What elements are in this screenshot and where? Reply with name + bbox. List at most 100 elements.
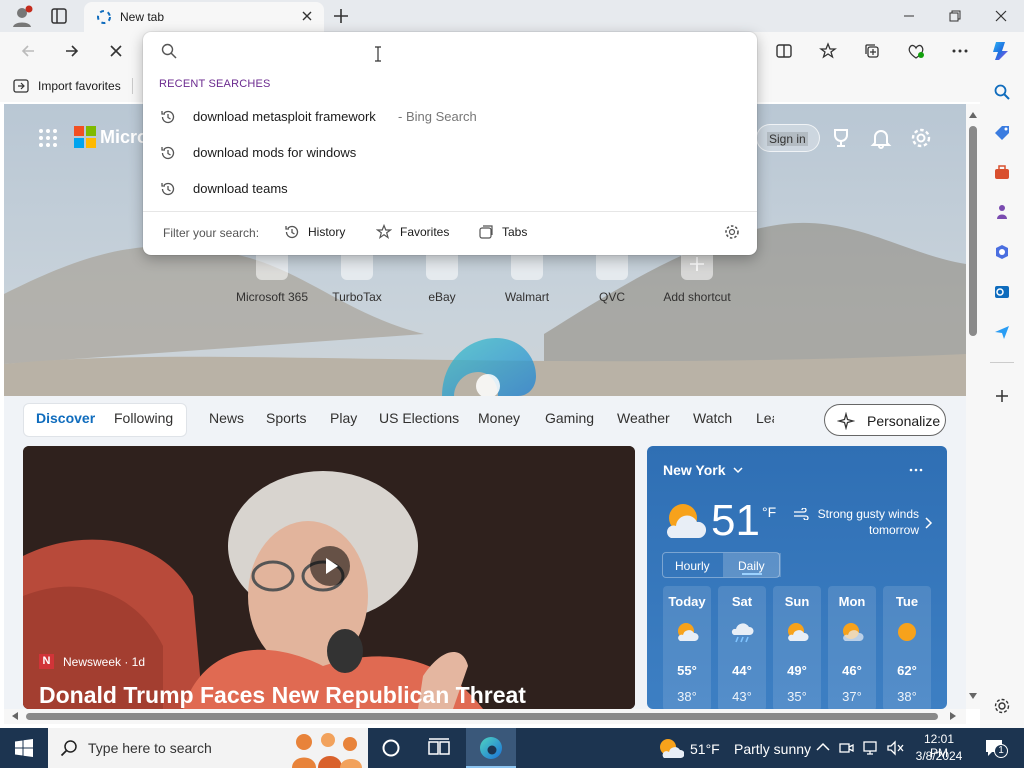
start-button[interactable] xyxy=(0,728,48,768)
suggestion-source: - Bing Search xyxy=(398,109,477,124)
horizontal-scrollbar[interactable] xyxy=(4,709,966,724)
address-bar-input[interactable] xyxy=(187,36,727,66)
feed-tab-weather[interactable]: Weather xyxy=(617,410,670,426)
shortcut-add[interactable]: Add shortcut xyxy=(655,248,739,304)
browser-essentials-icon[interactable] xyxy=(900,35,932,67)
hourly-toggle[interactable]: Hourly xyxy=(675,559,710,573)
feed-tab-money[interactable]: Money xyxy=(478,410,520,426)
feed-tab-gaming[interactable]: Gaming xyxy=(545,410,594,426)
shortcut-ebay[interactable]: eBay xyxy=(400,248,484,304)
forecast-day-tue[interactable]: Tue 62° 38° xyxy=(883,586,931,709)
collections-icon[interactable] xyxy=(856,35,888,67)
day-name: Today xyxy=(668,594,706,609)
split-screen-icon[interactable] xyxy=(768,35,800,67)
partly-sunny-icon[interactable] xyxy=(656,737,684,759)
weather-more-icon[interactable] xyxy=(909,468,923,472)
suggestion-item[interactable]: download metasploit framework - Bing Sea… xyxy=(143,100,757,134)
restore-button[interactable] xyxy=(932,0,978,32)
taskbar-date[interactable]: 3/8/2024 xyxy=(914,749,964,763)
suggestion-item[interactable]: download teams xyxy=(143,172,757,206)
profile-icon[interactable] xyxy=(10,5,34,29)
network-icon[interactable] xyxy=(862,740,878,756)
taskbar-edge-app[interactable] xyxy=(466,728,516,768)
scroll-left-arrow-icon[interactable] xyxy=(12,712,18,720)
feed-tab-following[interactable]: Following xyxy=(114,410,173,426)
filter-favorites-button[interactable]: Favorites xyxy=(376,224,449,240)
forecast-day-mon[interactable]: Mon 46° 37° xyxy=(828,586,876,709)
stop-loading-button[interactable] xyxy=(100,35,132,67)
games-icon[interactable] xyxy=(988,198,1016,226)
taskbar-weather-temp[interactable]: 51°F xyxy=(690,741,720,757)
tab-actions-icon[interactable] xyxy=(50,7,68,25)
task-view-icon[interactable] xyxy=(428,738,450,758)
forward-button[interactable] xyxy=(56,35,88,67)
new-tab-button[interactable] xyxy=(332,7,350,25)
app-launcher-icon[interactable] xyxy=(38,128,58,148)
back-button[interactable] xyxy=(12,35,44,67)
search-settings-gear-icon[interactable] xyxy=(724,224,740,240)
minimize-button[interactable] xyxy=(886,0,932,32)
history-icon xyxy=(285,225,299,239)
scroll-down-arrow-icon[interactable] xyxy=(969,693,977,699)
settings-more-icon[interactable] xyxy=(944,35,976,67)
shortcut-microsoft-365[interactable]: Microsoft 365 xyxy=(230,248,314,304)
shopping-tag-icon[interactable] xyxy=(988,118,1016,146)
sign-in-button[interactable]: Sign in xyxy=(756,124,820,152)
show-hidden-icons-chevron-up-icon[interactable] xyxy=(816,742,830,752)
edge-browser-icon xyxy=(480,737,502,759)
forecast-day-today[interactable]: Today 55° 38° xyxy=(663,586,711,709)
feed-tab-discover[interactable]: Discover xyxy=(36,410,95,426)
notification-center-icon[interactable]: 1 xyxy=(984,738,1008,758)
article-headline[interactable]: Donald Trump Faces New Republican Threat xyxy=(39,682,526,709)
shortcut-qvc[interactable]: QVC xyxy=(570,248,654,304)
edge-logo-icon xyxy=(438,336,536,396)
cortana-icon[interactable] xyxy=(380,737,402,759)
forecast-day-sat[interactable]: Sat 44° 43° xyxy=(718,586,766,709)
play-video-button[interactable] xyxy=(310,546,350,586)
feed-tab-us-elections[interactable]: US Elections xyxy=(379,410,459,426)
add-sidebar-app-icon[interactable] xyxy=(988,382,1016,410)
outlook-icon[interactable] xyxy=(988,278,1016,306)
vertical-scroll-thumb[interactable] xyxy=(969,126,977,336)
meet-now-icon[interactable] xyxy=(838,740,854,756)
sidebar-settings-icon[interactable] xyxy=(988,692,1016,720)
send-icon[interactable] xyxy=(988,318,1016,346)
shortcut-label: Walmart xyxy=(504,290,550,304)
taskbar-weather-desc[interactable]: Partly sunny xyxy=(734,741,811,757)
scroll-right-arrow-icon[interactable] xyxy=(950,712,956,720)
tools-icon[interactable] xyxy=(988,158,1016,186)
chevron-right-icon[interactable] xyxy=(923,516,933,530)
import-favorites-button[interactable]: Import favorites xyxy=(12,77,121,95)
daily-toggle-active[interactable]: Daily xyxy=(723,553,781,577)
close-tab-icon[interactable] xyxy=(300,9,314,23)
feed-tab-learning-truncated[interactable]: Lea xyxy=(756,410,774,426)
taskbar-search-box[interactable]: Type here to search xyxy=(48,728,368,768)
shortcut-turbotax[interactable]: TurboTax xyxy=(315,248,399,304)
page-settings-gear-icon[interactable] xyxy=(910,127,932,149)
microsoft-365-icon[interactable] xyxy=(988,238,1016,266)
shortcut-walmart[interactable]: Walmart xyxy=(485,248,569,304)
tab-new-tab[interactable]: New tab xyxy=(84,2,324,32)
filter-history-button[interactable]: History xyxy=(284,224,345,240)
filter-tabs-button[interactable]: Tabs xyxy=(478,224,527,240)
hero-article-card[interactable]: N Newsweek · 1d Donald Trump Faces New R… xyxy=(23,446,635,709)
feed-tab-watch[interactable]: Watch xyxy=(693,410,732,426)
notifications-bell-icon[interactable] xyxy=(870,127,892,149)
favorites-icon[interactable] xyxy=(812,35,844,67)
feed-tab-news[interactable]: News xyxy=(209,410,244,426)
horizontal-scroll-thumb[interactable] xyxy=(26,713,938,720)
vertical-scrollbar[interactable] xyxy=(966,104,980,709)
rewards-icon[interactable] xyxy=(830,127,852,149)
volume-muted-icon[interactable] xyxy=(886,740,904,756)
copilot-icon[interactable] xyxy=(986,35,1018,67)
personalize-button[interactable]: Personalize xyxy=(824,404,946,436)
weather-card[interactable]: New York 51 °F Strong gusty winds tomorr… xyxy=(647,446,947,709)
search-icon[interactable] xyxy=(988,78,1016,106)
suggestion-item[interactable]: download mods for windows xyxy=(143,136,757,170)
scroll-up-arrow-icon[interactable] xyxy=(969,112,977,118)
feed-tab-play[interactable]: Play xyxy=(330,410,357,426)
weather-location-selector[interactable]: New York xyxy=(663,462,744,478)
close-window-button[interactable] xyxy=(978,0,1024,32)
forecast-day-sun[interactable]: Sun 49° 35° xyxy=(773,586,821,709)
feed-tab-sports[interactable]: Sports xyxy=(266,410,306,426)
